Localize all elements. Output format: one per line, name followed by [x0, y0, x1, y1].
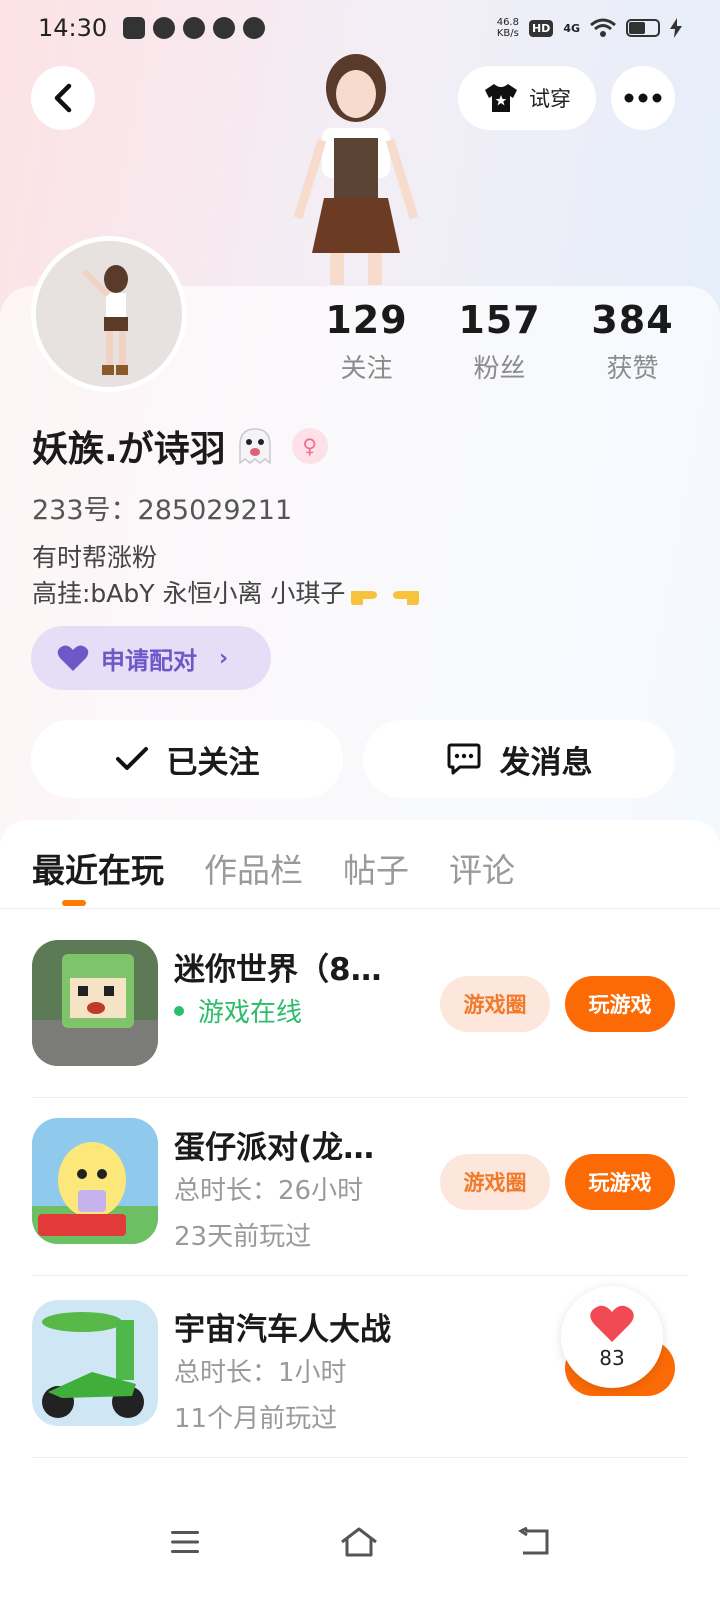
home-icon[interactable] [339, 1526, 379, 1558]
system-navigation-bar [0, 1484, 720, 1600]
robot-car-game-icon [32, 1300, 158, 1426]
more-button[interactable] [611, 66, 675, 130]
tab-recently-played[interactable]: 最近在玩 [32, 844, 164, 892]
game-online-status: 游戏在线 [174, 992, 302, 1029]
apply-match-button[interactable]: 申请配对 › [31, 626, 271, 690]
notification-icons [123, 17, 266, 39]
game-duration: 总时长：1小时 [174, 1358, 347, 1388]
play-game-button[interactable]: 玩游戏 [565, 976, 675, 1032]
menu-icon[interactable] [169, 1529, 201, 1555]
stat-following[interactable]: 129 关注 [300, 298, 433, 385]
user-id: 233号：285029211 [32, 495, 293, 526]
row-divider [32, 1457, 688, 1458]
tab-comments[interactable]: 评论 [449, 844, 515, 892]
heart-icon [57, 645, 89, 671]
stat-followers[interactable]: 157 粉丝 [433, 298, 566, 385]
try-on-button[interactable]: 试穿 [458, 66, 596, 130]
avatar-figure-image [36, 241, 182, 387]
like-floating-button[interactable]: 83 [561, 1286, 663, 1388]
tab-posts[interactable]: 帖子 [343, 844, 409, 892]
active-tab-indicator [62, 900, 86, 906]
pointing-hand-left-icon [393, 591, 420, 605]
cat-app-icon [213, 17, 236, 39]
message-bubble-icon [447, 743, 480, 775]
back-button[interactable] [31, 66, 95, 130]
network-speed-unit: KB/s [496, 28, 519, 39]
chevron-left-icon [54, 83, 72, 113]
game-circle-button[interactable]: 游戏圈 [440, 1154, 550, 1210]
hd-icon: HD [528, 19, 554, 37]
status-time: 14:30 [38, 14, 108, 42]
stat-following-label: 关注 [340, 354, 393, 384]
chat-bubble-icon [153, 17, 176, 39]
network-speed: 46.8 KB/s [497, 17, 519, 39]
game-online-label: 游戏在线 [198, 998, 303, 1028]
followed-label: 已关注 [166, 744, 260, 781]
user-name: 妖族.が诗羽 [32, 429, 226, 470]
bio-line-2: 高挂:bAbY 永恒小离 小琪子 [32, 579, 346, 608]
mini-world-game-icon [32, 940, 158, 1066]
chevron-right-icon: › [219, 645, 229, 671]
game-title: 蛋仔派对(龙… [174, 1130, 375, 1166]
wechat-icon [183, 17, 206, 39]
game-duration: 总时长：26小时 [174, 1176, 364, 1206]
ghost-emoji-icon [238, 428, 271, 465]
speedometer-icon [243, 17, 266, 39]
more-dots-icon [624, 93, 662, 103]
apply-match-label: 申请配对 [101, 646, 197, 675]
signal-icon: 4G [563, 21, 580, 35]
tab-bar: 最近在玩 作品栏 帖子 评论 [32, 844, 515, 892]
stat-likes[interactable]: 384 获赞 [566, 298, 699, 385]
back-nav-icon[interactable] [517, 1527, 551, 1557]
stat-followers-label: 粉丝 [473, 354, 526, 384]
charging-icon [670, 18, 682, 38]
avatar[interactable] [31, 236, 187, 392]
game-list-item[interactable]: 迷你世界（8… 游戏在线 游戏圈 玩游戏 [0, 916, 720, 1098]
game-last-played: 23天前玩过 [174, 1222, 312, 1252]
game-list-item[interactable]: 蛋仔派对(龙… 总时长：26小时 23天前玩过 游戏圈 玩游戏 [0, 1094, 720, 1276]
name-row: 妖族.が诗羽 ♀ [32, 420, 328, 472]
content-panel: 最近在玩 作品栏 帖子 评论 迷你世界（8… 游戏在线 游戏圈 玩游戏 蛋仔派对… [0, 820, 720, 1600]
bio: 有时帮涨粉 高挂:bAbY 永恒小离 小琪子 [32, 540, 421, 612]
tshirt-icon [485, 84, 517, 112]
video-app-icon [123, 17, 146, 39]
wifi-icon [590, 18, 616, 37]
heart-icon [590, 1305, 634, 1342]
online-dot-icon [174, 1005, 184, 1016]
try-on-label: 试穿 [529, 87, 571, 111]
female-gender-icon: ♀ [291, 428, 328, 464]
bio-line-2-row: 高挂:bAbY 永恒小离 小琪子 [32, 576, 421, 612]
play-game-button[interactable]: 玩游戏 [565, 1154, 675, 1210]
stat-following-count: 129 [325, 298, 408, 342]
checkmark-icon [115, 747, 148, 770]
bio-line-1: 有时帮涨粉 [32, 543, 158, 572]
like-count: 83 [599, 1346, 625, 1370]
tabs-divider [0, 908, 720, 909]
game-title: 宇宙汽车人大战 [174, 1312, 391, 1348]
game-title: 迷你世界（8… [174, 952, 382, 988]
battery-icon [626, 19, 660, 37]
stat-likes-label: 获赞 [606, 354, 659, 384]
send-message-label: 发消息 [499, 744, 593, 781]
eggy-party-game-icon [32, 1118, 158, 1244]
game-circle-button[interactable]: 游戏圈 [440, 976, 550, 1032]
game-last-played: 11个月前玩过 [174, 1404, 338, 1434]
avatar-character-figure [293, 54, 419, 285]
pointing-hand-right-icon [351, 591, 378, 605]
tab-works[interactable]: 作品栏 [204, 844, 303, 892]
send-message-button[interactable]: 发消息 [363, 720, 675, 798]
network-speed-value: 46.8 [496, 17, 519, 28]
stats-row: 129 关注 157 粉丝 384 获赞 [300, 298, 700, 385]
stat-followers-count: 157 [458, 298, 541, 342]
followed-button[interactable]: 已关注 [31, 720, 343, 798]
stat-likes-count: 384 [591, 298, 674, 342]
